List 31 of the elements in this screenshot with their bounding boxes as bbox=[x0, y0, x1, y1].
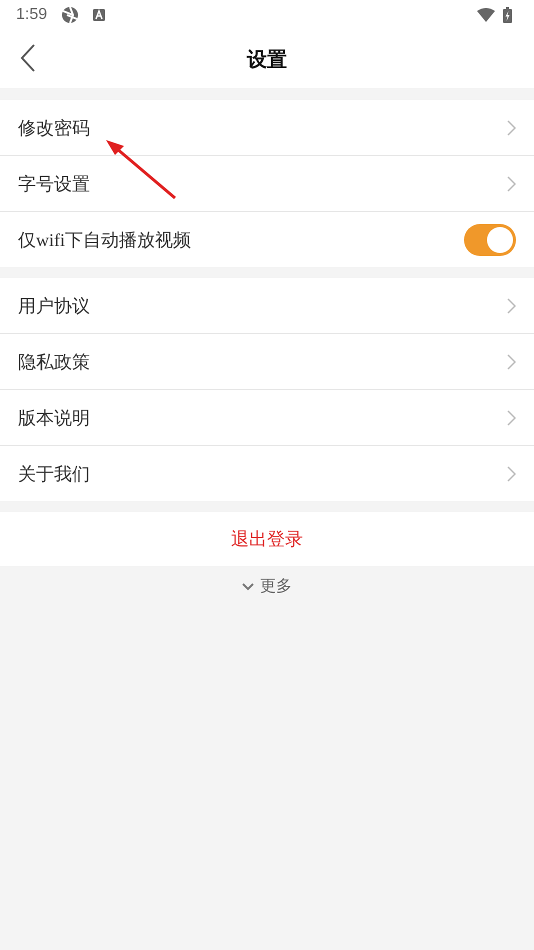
wifi-icon bbox=[477, 8, 495, 22]
settings-item[interactable]: 字号设置 bbox=[0, 156, 534, 212]
chevron-right-icon bbox=[507, 466, 516, 482]
settings-item[interactable]: 版本说明 bbox=[0, 390, 534, 446]
app-badge-icon bbox=[93, 9, 106, 21]
chevron-right-icon bbox=[507, 410, 516, 426]
logout-button[interactable]: 退出登录 bbox=[0, 512, 534, 566]
item-label: 仅wifi下自动播放视频 bbox=[18, 228, 191, 252]
item-label: 隐私政策 bbox=[18, 350, 90, 374]
chevron-down-icon bbox=[242, 582, 254, 590]
settings-item[interactable]: 用户协议 bbox=[0, 278, 534, 334]
settings-item[interactable]: 关于我们 bbox=[0, 446, 534, 501]
more-button[interactable]: 更多 bbox=[260, 576, 292, 597]
chevron-right-icon bbox=[507, 298, 516, 314]
item-label: 关于我们 bbox=[18, 462, 90, 486]
item-label: 版本说明 bbox=[18, 406, 90, 430]
settings-item[interactable]: 仅wifi下自动播放视频 bbox=[0, 212, 534, 267]
aperture-icon bbox=[61, 6, 80, 24]
settings-item[interactable]: 隐私政策 bbox=[0, 334, 534, 390]
chevron-right-icon bbox=[507, 354, 516, 370]
toggle-switch[interactable] bbox=[464, 224, 516, 256]
item-label: 用户协议 bbox=[18, 294, 90, 318]
annotation-arrow bbox=[104, 138, 176, 200]
battery-icon bbox=[503, 7, 512, 23]
item-label: 修改密码 bbox=[18, 116, 90, 140]
chevron-right-icon bbox=[507, 120, 516, 136]
back-button[interactable] bbox=[20, 44, 36, 72]
chevron-right-icon bbox=[507, 176, 516, 192]
page-title: 设置 bbox=[247, 48, 287, 72]
item-label: 字号设置 bbox=[18, 172, 90, 196]
status-time: 1:59 bbox=[16, 6, 48, 24]
